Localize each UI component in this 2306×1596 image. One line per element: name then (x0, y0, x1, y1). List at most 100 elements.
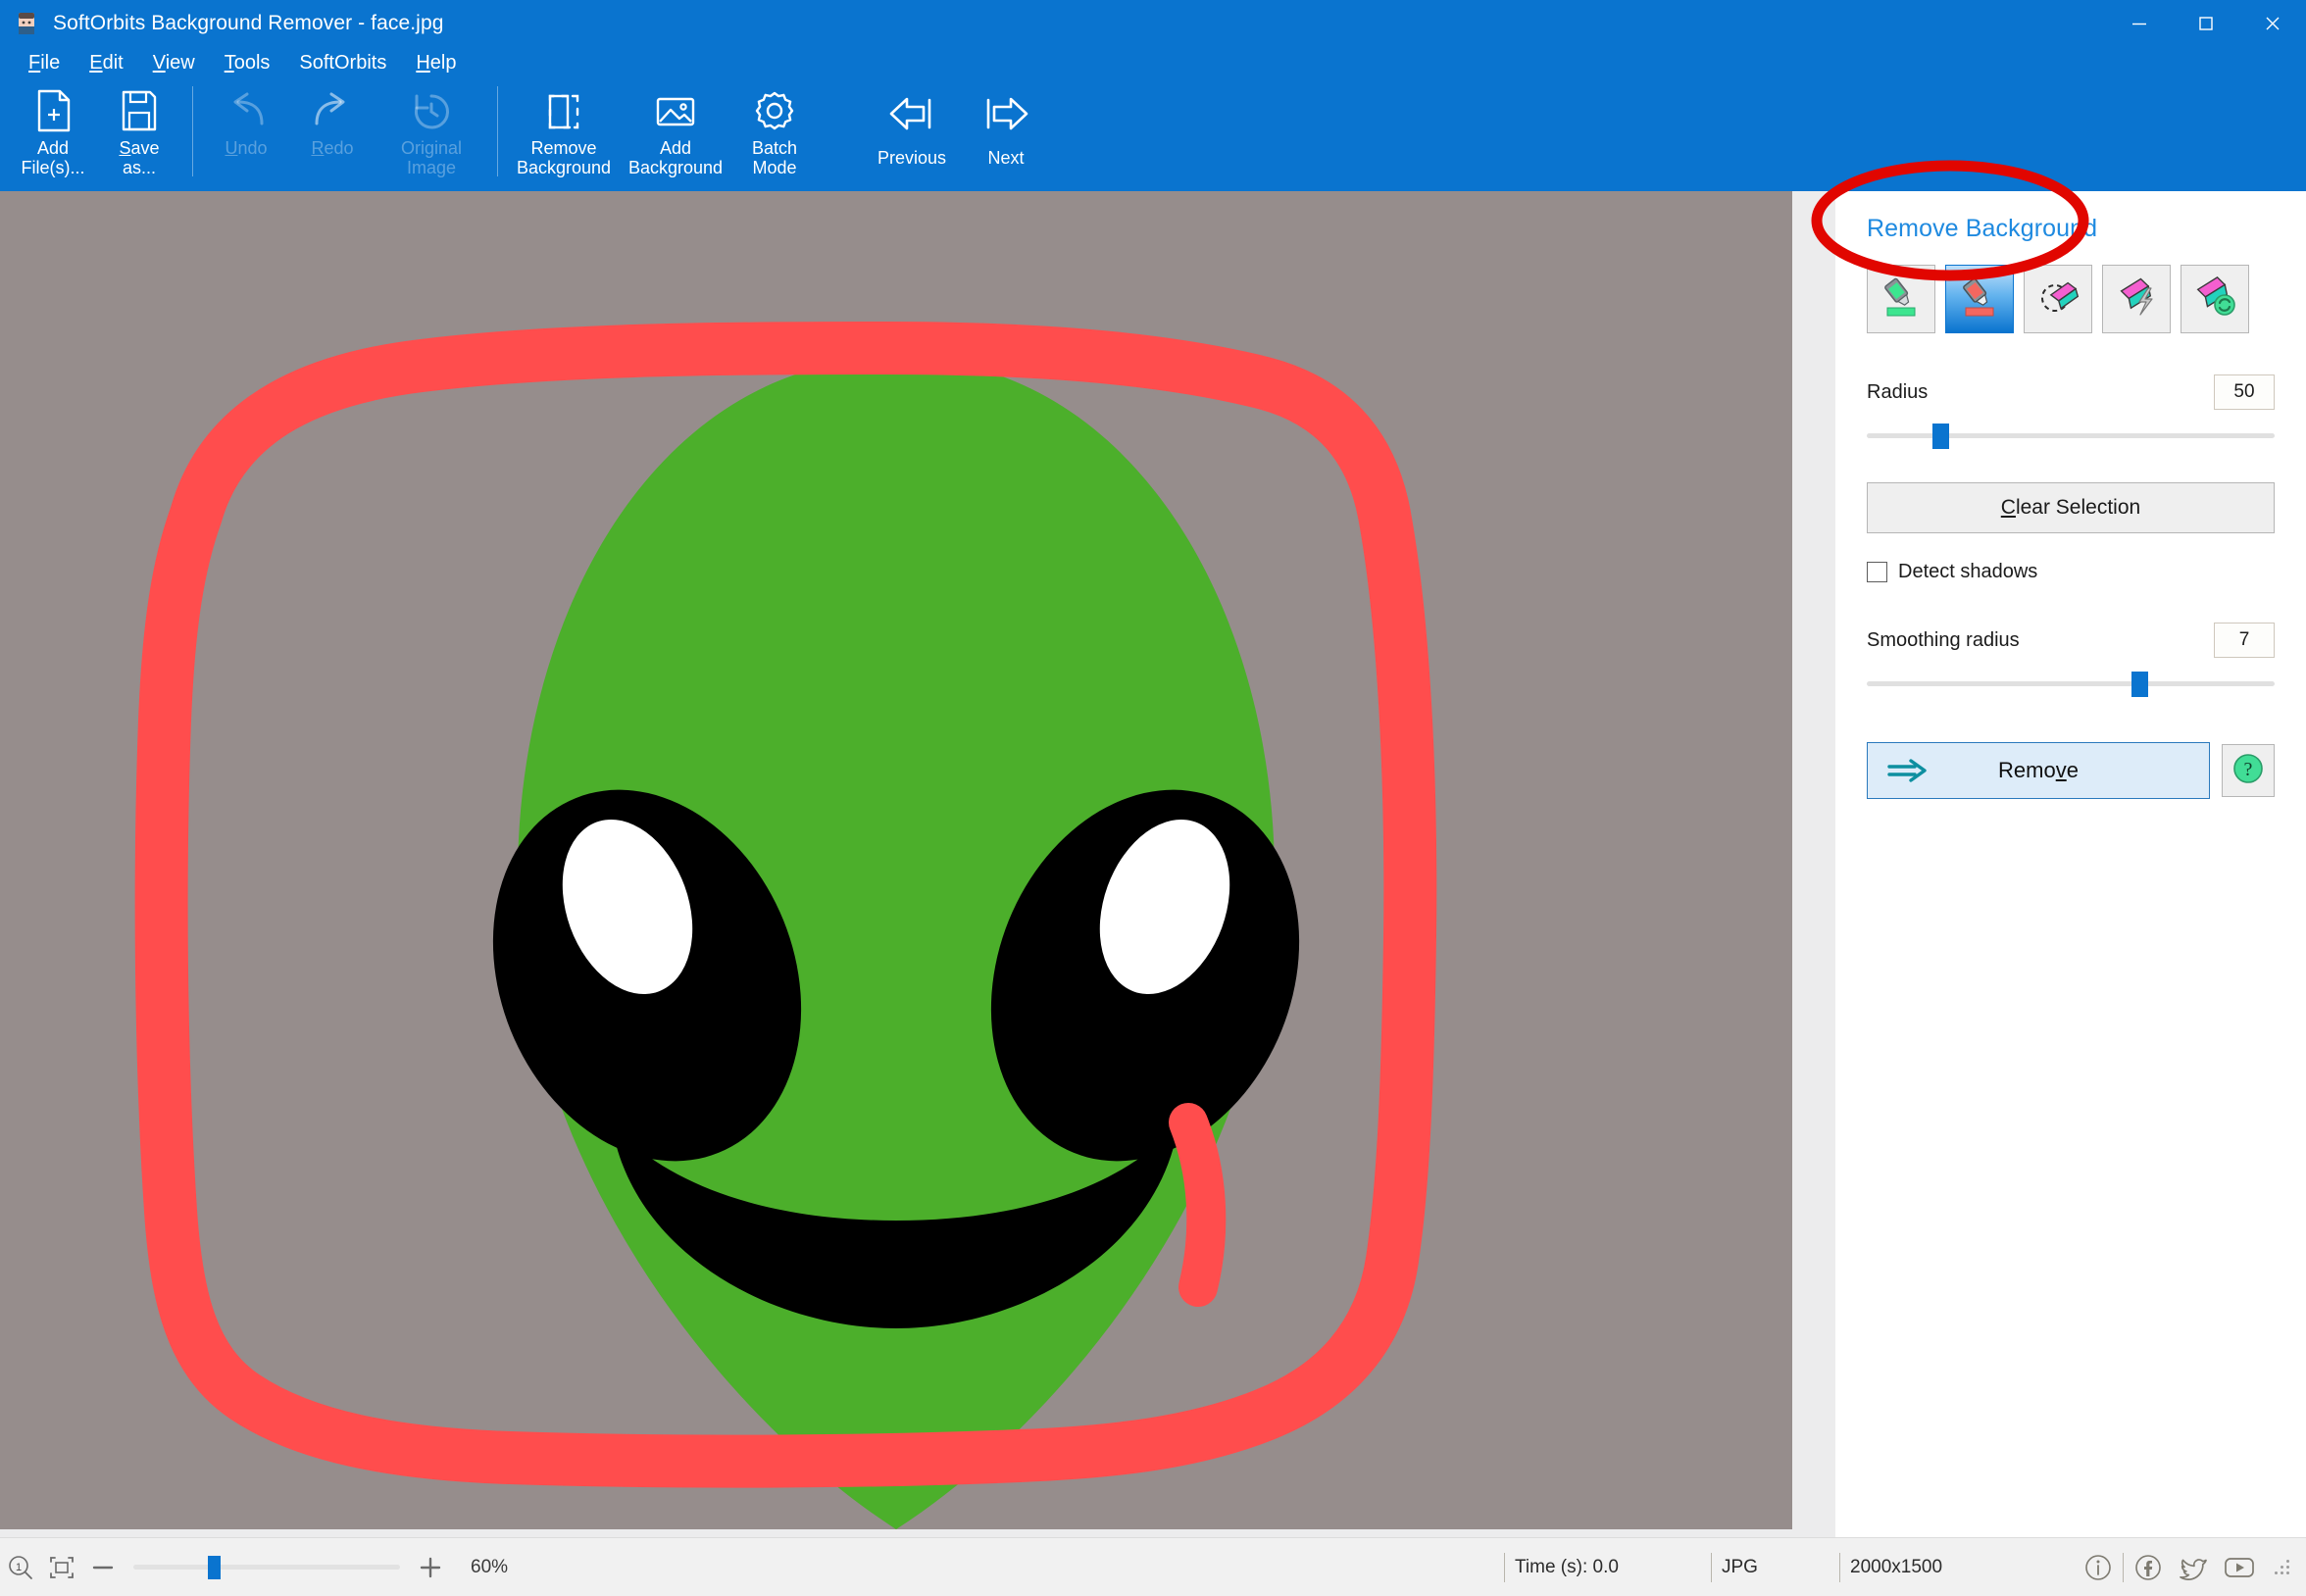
lasso-select-tool-button[interactable] (2024, 265, 2092, 333)
smoothing-radius-slider[interactable] (1867, 668, 2275, 701)
help-icon: ? (2231, 751, 2266, 791)
toolbar-remove-background-button[interactable]: Remove Background (508, 78, 620, 184)
magic-wand-icon (2114, 274, 2159, 324)
toolbar-add-files-button[interactable]: Add File(s)... (10, 78, 96, 184)
detect-shadows-checkbox[interactable] (1867, 562, 1887, 582)
toolbar-previous-button[interactable]: Previous (865, 78, 959, 184)
menu-edit[interactable]: Edit (75, 50, 137, 76)
maximize-button[interactable] (2173, 0, 2239, 47)
menu-view[interactable]: View (138, 50, 210, 76)
next-icon (978, 85, 1033, 142)
toolbar-original-image-label: Original Image (400, 138, 463, 178)
restore-tool-button[interactable] (2181, 265, 2249, 333)
marker-red-icon (1957, 274, 2002, 324)
toolbar-redo-button[interactable]: Redo (289, 78, 376, 184)
undo-icon (221, 85, 272, 136)
app-icon (14, 11, 39, 36)
smoothing-radius-field-row: Smoothing radius 7 (1867, 623, 2275, 658)
remove-button[interactable]: Remove (1867, 742, 2210, 799)
toolbar-add-background-button[interactable]: Add Background (620, 78, 731, 184)
resize-grip[interactable] (2275, 1559, 2290, 1575)
menu-tools[interactable]: Tools (210, 50, 285, 76)
help-button[interactable]: ? (2222, 744, 2275, 797)
restore-icon (2192, 274, 2237, 324)
toolbar-undo-button[interactable]: Undo (203, 78, 289, 184)
panel-title: Remove Background (1867, 215, 2098, 242)
detect-shadows-row[interactable]: Detect shadows (1867, 561, 2275, 583)
zoom-slider-track (133, 1564, 400, 1570)
zoom-in-button[interactable] (416, 1553, 445, 1582)
radius-slider[interactable] (1867, 420, 2275, 453)
toolbar-redo-label: Redo (311, 138, 354, 158)
clear-selection-label: Clear Selection (2000, 496, 2141, 519)
detect-shadows-label: Detect shadows (1898, 561, 2038, 582)
marker-green-icon (1879, 274, 1924, 324)
toolbar-original-image-button[interactable]: Original Image (376, 78, 487, 184)
smoothing-radius-label: Smoothing radius (1867, 628, 2020, 651)
smoothing-radius-slider-thumb[interactable] (2131, 672, 2149, 697)
format-label: JPG (1722, 1556, 1758, 1577)
add-background-icon (652, 85, 699, 136)
toolbar-batch-mode-label: Batch Mode (751, 138, 798, 178)
smoothing-radius-value-input[interactable]: 7 (2214, 623, 2275, 658)
window-title: SoftOrbits Background Remover - face.jpg (53, 12, 444, 34)
twitter-icon[interactable] (2177, 1551, 2210, 1584)
menu-file[interactable]: File (14, 50, 75, 76)
menu-softorbits[interactable]: SoftOrbits (284, 50, 401, 76)
time-label: Time (s): 0.0 (1515, 1556, 1619, 1577)
toolbar: Add File(s)... Save as... Undo Redo Orig… (0, 78, 2306, 191)
window-controls (2106, 0, 2306, 47)
original-image-icon (408, 85, 455, 136)
add-file-icon (31, 85, 75, 136)
right-panel: Remove Background Radius 50 Clear Select… (1811, 160, 2306, 1537)
status-separator-4 (2123, 1552, 2124, 1582)
radius-field-row: Radius 50 (1867, 374, 2275, 410)
svg-text:1: 1 (16, 1562, 22, 1573)
zoom-percent-label: 60% (471, 1556, 509, 1577)
status-bar-right: Time (s): 0.0 JPG 2000x1500 (1494, 1551, 2290, 1584)
youtube-icon[interactable] (2222, 1551, 2257, 1584)
clear-selection-button[interactable]: Clear Selection (1867, 482, 2275, 533)
zoom-slider-thumb[interactable] (208, 1555, 222, 1579)
save-as-icon (118, 85, 161, 136)
close-button[interactable] (2239, 0, 2306, 47)
info-icon[interactable] (2081, 1551, 2115, 1584)
toolbar-batch-mode-button[interactable]: Batch Mode (731, 78, 818, 184)
tool-button-row (1867, 265, 2275, 333)
remove-action-row: Remove ? (1811, 160, 2275, 799)
menu-help[interactable]: Help (401, 50, 471, 76)
toolbar-save-as-button[interactable]: Save as... (96, 78, 182, 184)
radius-slider-thumb[interactable] (1931, 424, 1949, 449)
remove-marker-tool-button[interactable] (1945, 265, 2014, 333)
canvas-area[interactable] (0, 191, 1835, 1537)
alien-face-artwork (0, 191, 1792, 1529)
redo-icon (307, 85, 358, 136)
dimensions-label: 2000x1500 (1850, 1556, 1943, 1577)
svg-text:?: ? (2244, 759, 2253, 780)
toolbar-undo-label: Undo (225, 138, 268, 158)
zoom-slider[interactable] (133, 1555, 400, 1580)
zoom-actual-size-icon[interactable]: 1 (6, 1553, 35, 1582)
radius-label: Radius (1867, 380, 1929, 403)
status-separator-3 (1839, 1552, 1840, 1582)
minimize-button[interactable] (2106, 0, 2173, 47)
smoothing-radius-slider-track (1867, 681, 2275, 686)
previous-icon (884, 85, 939, 142)
toolbar-remove-background-label: Remove Background (516, 138, 612, 178)
zoom-out-button[interactable] (88, 1553, 118, 1582)
magic-wand-tool-button[interactable] (2102, 265, 2171, 333)
application-window: SoftOrbits Background Remover - face.jpg… (0, 0, 2306, 1596)
toolbar-previous-label: Previous (877, 148, 947, 168)
lasso-icon (2035, 274, 2080, 324)
radius-slider-track (1867, 433, 2275, 438)
facebook-icon[interactable] (2131, 1551, 2165, 1584)
toolbar-next-button[interactable]: Next (959, 78, 1053, 184)
toolbar-save-as-label: Save as... (119, 138, 160, 178)
image-canvas[interactable] (0, 191, 1792, 1529)
toolbar-separator-1 (192, 86, 193, 176)
toolbar-next-label: Next (987, 148, 1025, 168)
fit-to-window-icon[interactable] (47, 1553, 76, 1582)
arrow-right-icon (1885, 758, 1930, 783)
keep-marker-tool-button[interactable] (1867, 265, 1935, 333)
radius-value-input[interactable]: 50 (2214, 374, 2275, 410)
